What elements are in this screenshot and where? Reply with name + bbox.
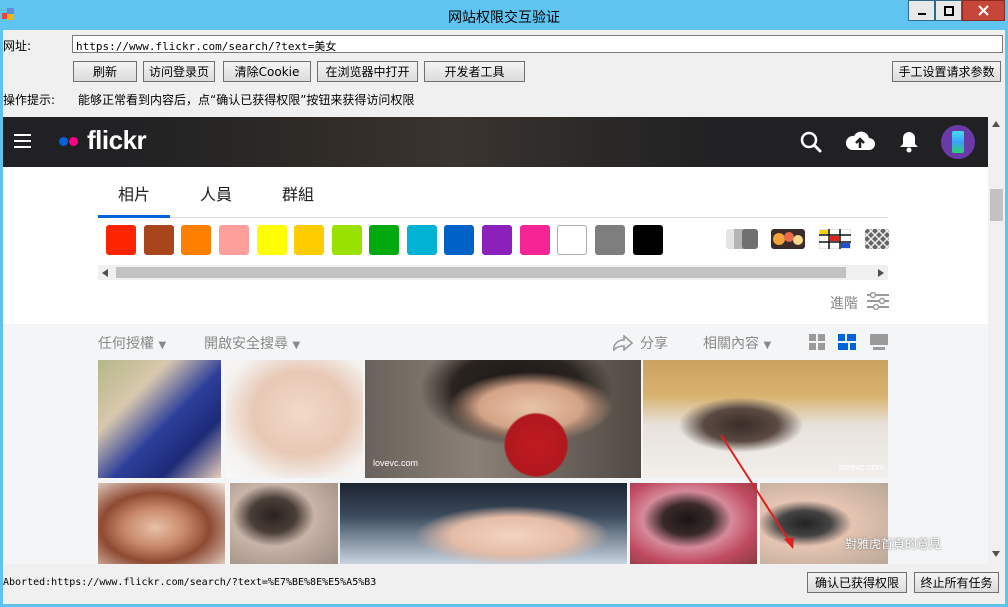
scroll-thumb[interactable] <box>990 189 1003 221</box>
title-bar: 网站权限交互验证 <box>0 0 1008 30</box>
maximize-icon <box>943 5 954 16</box>
embedded-browser[interactable]: flickr 相片 人員 群組 進階 任何授權 ▼ 開啟安全搜尋 ▼ 分享 相關… <box>3 117 1005 564</box>
url-input[interactable]: https://www.flickr.com/search/?text=美女 <box>72 35 1003 53</box>
devtools-button[interactable]: 开发者工具 <box>424 61 525 82</box>
color-swatch-red[interactable] <box>106 225 136 255</box>
photo-thumbnail[interactable]: lovevc.com <box>365 360 641 478</box>
color-swatch-blue[interactable] <box>444 225 474 255</box>
hint-label: 操作提示: <box>3 93 56 107</box>
color-swatch-orange[interactable] <box>181 225 211 255</box>
tab-people[interactable]: 人員 <box>200 181 232 205</box>
color-swatch-gold[interactable] <box>294 225 324 255</box>
photo-thumbnail[interactable] <box>230 483 338 564</box>
client-area: 网址: https://www.flickr.com/search/?text=… <box>3 30 1005 604</box>
chevron-down-icon: ▼ <box>292 340 301 351</box>
status-text: Aborted:https://www.flickr.com/search/?t… <box>3 577 377 588</box>
safe-search-filter[interactable]: 開啟安全搜尋 ▼ <box>204 333 300 353</box>
sort-relevance-dropdown[interactable]: 相關內容 ▼ <box>703 333 771 353</box>
tab-groups[interactable]: 群組 <box>282 181 314 205</box>
hint-text: 能够正常看到内容后，点“确认已获得权限”按钮来获得访问权限 <box>78 93 415 107</box>
color-swatch-white[interactable] <box>557 225 587 255</box>
photo-thumbnail[interactable] <box>630 483 757 564</box>
notification-bell-icon[interactable] <box>899 130 919 154</box>
color-swatch-lime[interactable] <box>332 225 362 255</box>
scroll-right-icon[interactable] <box>878 269 884 277</box>
share-button[interactable]: 分享 <box>640 333 668 353</box>
color-swatch-cyan[interactable] <box>407 225 437 255</box>
status-bar: Aborted:https://www.flickr.com/search/?t… <box>3 568 1005 598</box>
scroll-up-icon[interactable] <box>992 121 1000 127</box>
search-icon[interactable] <box>800 131 822 153</box>
visit-login-button[interactable]: 访问登录页 <box>143 61 215 82</box>
photo-thumbnail[interactable] <box>226 360 363 478</box>
style-shallow-depth-icon[interactable] <box>771 229 805 249</box>
justified-view-icon[interactable] <box>838 334 856 350</box>
window-title: 网站权限交互验证 <box>448 10 560 26</box>
share-icon[interactable] <box>613 335 633 351</box>
chevron-down-icon: ▼ <box>763 340 772 351</box>
flickr-logo-pink-dot <box>69 137 78 146</box>
refresh-button[interactable]: 刷新 <box>73 61 137 82</box>
license-filter[interactable]: 任何授權 ▼ <box>98 333 166 353</box>
chevron-down-icon: ▼ <box>158 340 167 351</box>
watermark: lovevc.com <box>839 462 885 472</box>
upload-cloud-icon[interactable] <box>845 129 875 153</box>
style-minimalist-icon[interactable] <box>819 229 851 249</box>
close-icon <box>978 5 989 16</box>
color-swatch-green[interactable] <box>369 225 399 255</box>
swatch-scrollbar[interactable] <box>98 265 888 280</box>
user-avatar[interactable] <box>941 125 975 159</box>
color-swatch-pink[interactable] <box>219 225 249 255</box>
open-in-browser-button[interactable]: 在浏览器中打开 <box>317 61 418 82</box>
style-pattern-icon[interactable] <box>865 229 889 249</box>
grid-view-icon[interactable] <box>809 334 825 350</box>
color-swatch-black[interactable] <box>633 225 663 255</box>
minimize-button[interactable] <box>908 0 935 21</box>
active-tab-indicator <box>98 215 170 218</box>
header-background-image <box>123 117 723 167</box>
photo-thumbnail[interactable]: lovevc.com <box>643 360 888 478</box>
vertical-scrollbar[interactable] <box>988 117 1005 564</box>
color-swatch-magenta[interactable] <box>520 225 550 255</box>
single-view-icon[interactable] <box>870 334 888 350</box>
flickr-header: flickr <box>3 117 988 167</box>
feedback-link[interactable]: 對雅虎首頁的意見 <box>845 535 941 552</box>
photo-thumbnail[interactable] <box>98 360 221 478</box>
manual-headers-button[interactable]: 手工设置请求参数 <box>892 61 1001 82</box>
url-label: 网址: <box>3 39 32 53</box>
photo-thumbnail[interactable] <box>340 483 627 564</box>
phone-icon <box>952 131 964 153</box>
scroll-down-icon[interactable] <box>992 551 1000 557</box>
hamburger-menu-icon[interactable] <box>14 134 31 152</box>
safe-search-label: 開啟安全搜尋 <box>204 336 288 352</box>
color-swatch-gray[interactable] <box>595 225 625 255</box>
clear-cookie-button[interactable]: 清除Cookie <box>223 61 311 82</box>
stop-all-tasks-button[interactable]: 终止所有任务 <box>914 572 999 593</box>
close-button[interactable] <box>962 0 1005 21</box>
filter-sliders-icon[interactable] <box>867 292 889 310</box>
advanced-link[interactable]: 進階 <box>830 293 858 313</box>
minimize-icon <box>917 12 926 15</box>
sort-relevance-label: 相關內容 <box>703 336 759 352</box>
license-filter-label: 任何授權 <box>98 336 154 352</box>
color-swatch-purple[interactable] <box>482 225 512 255</box>
scroll-left-icon[interactable] <box>102 269 108 277</box>
photo-thumbnail[interactable] <box>98 483 225 564</box>
color-swatch-brown[interactable] <box>144 225 174 255</box>
flickr-logo[interactable]: flickr <box>87 125 147 156</box>
search-tabs: 相片 人員 群組 <box>98 169 888 218</box>
watermark: lovevc.com <box>373 458 419 468</box>
color-swatch-yellow[interactable] <box>257 225 287 255</box>
flickr-logo-blue-dot <box>59 137 68 146</box>
confirm-permission-button[interactable]: 确认已获得权限 <box>807 572 907 593</box>
tab-photos[interactable]: 相片 <box>118 181 150 205</box>
style-blackwhite-icon[interactable] <box>726 229 758 249</box>
scroll-thumb[interactable] <box>116 267 846 278</box>
maximize-button[interactable] <box>935 0 962 21</box>
